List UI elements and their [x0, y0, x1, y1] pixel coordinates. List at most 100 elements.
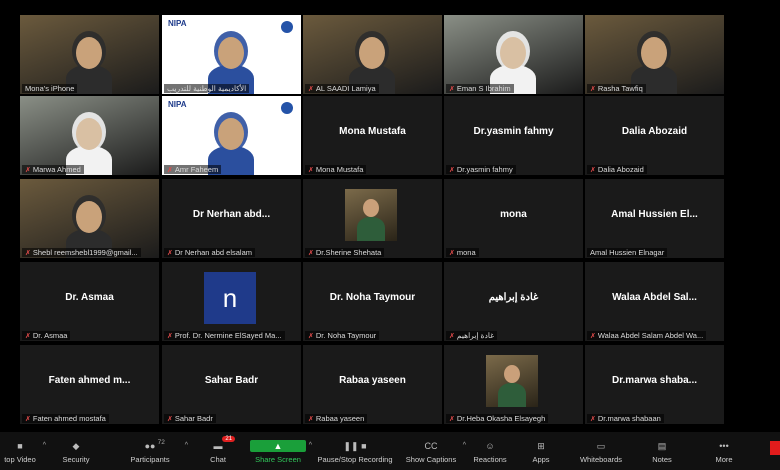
caret-up-icon[interactable]: ^ — [185, 442, 188, 449]
muted-mic-icon: ✗ — [449, 333, 455, 340]
apps-icon: ⊞ — [537, 441, 545, 451]
participant-display-name: Mona Mustafa — [339, 126, 406, 138]
participant-video — [585, 15, 724, 94]
toolbar-show-captions-button[interactable]: CC Show Captions ^ — [402, 432, 466, 470]
participant-tile[interactable]: ✗ Marwa Ahmed — [20, 96, 159, 175]
toolbar-share-screen-button[interactable]: ▲ Share Screen ^ — [250, 432, 312, 470]
participant-display-name: Dr. Noha Taymour — [329, 292, 416, 304]
participant-tile[interactable]: Dr Nerhan abd... ✗ Dr Nerhan abd elsalam — [162, 179, 301, 258]
toolbar-chat-button[interactable]: ▬ 21 Chat — [196, 432, 240, 470]
person-head — [76, 37, 102, 69]
participant-tile[interactable]: mona ✗ mona — [444, 179, 583, 258]
participant-tile[interactable]: Dr. Noha Taymour ✗ Dr. Noha Taymour — [303, 262, 442, 341]
participant-display-name: Sahar Badr — [204, 375, 259, 387]
participant-video: NIPA — [162, 15, 301, 94]
participant-name: Sahar Badr — [174, 414, 213, 423]
academy-seal-icon — [281, 21, 293, 33]
participant-tile[interactable]: غادة إبراهيم ✗ غادة إبراهيم — [444, 262, 583, 341]
participant-name: Prof. Dr. Nermine ElSayed Ma... — [174, 331, 282, 340]
participant-name-label: ✗ Walaa Abdel Salam Abdel Wa... — [587, 331, 707, 340]
participant-display-name: Dr.marwa shaba... — [611, 375, 698, 387]
end-meeting-edge[interactable] — [770, 441, 780, 455]
muted-mic-icon: ✗ — [590, 86, 596, 93]
participant-tile[interactable]: ✗ Dr.Heba Okasha Elsayegh — [444, 345, 583, 424]
participant-tile[interactable]: ✗ Dr.Sherine Shehata — [303, 179, 442, 258]
participant-tile[interactable]: Walaa Abdel Sal... ✗ Walaa Abdel Salam Abd… — [585, 262, 724, 341]
participant-name: غادة إبراهيم — [456, 331, 495, 340]
muted-mic-icon: ✗ — [25, 167, 31, 174]
participant-tile[interactable]: ✗ Eman S Ibrahim — [444, 15, 583, 94]
participant-name-label: Amal Hussien Elnagar — [587, 248, 668, 257]
participant-tile[interactable]: ✗ AL SAADI Lamiya — [303, 15, 442, 94]
toolbar-reactions-button[interactable]: ☺ Reactions — [466, 432, 514, 470]
toolbar-label: Whiteboards — [579, 455, 623, 464]
toolbar-label: Reactions — [473, 455, 507, 464]
reactions-icon: ☺ — [485, 441, 495, 451]
participant-name-label: ✗ Shebl reemshebl1999@gmail... — [22, 248, 141, 257]
participants-icon: ●● — [144, 441, 156, 451]
pause-stop-icon: ❚❚ ■ — [343, 441, 367, 451]
caret-up-icon[interactable]: ^ — [43, 442, 46, 449]
participant-tile[interactable]: Dr.yasmin fahmy ✗ Dr.yasmin fahmy — [444, 96, 583, 175]
participant-name-label: ✗ Dr.yasmin fahmy — [446, 165, 516, 174]
participant-name-label: ✗ Mona Mustafa — [305, 165, 367, 174]
toolbar-notes-button[interactable]: ▤ Notes — [640, 432, 684, 470]
toolbar-label: Apps — [532, 455, 550, 464]
participant-name-label: ✗ Dr.Heba Okasha Elsayegh — [446, 414, 549, 423]
participant-tile[interactable]: Faten ahmed m... ✗ Faten ahmed mostafa — [20, 345, 159, 424]
participant-name: الأكاديمية الوطنية للتدريب — [167, 84, 247, 93]
muted-mic-icon: ✗ — [167, 333, 173, 340]
person-body — [498, 383, 526, 407]
participant-tile[interactable]: Amal Hussien El... Amal Hussien Elnagar — [585, 179, 724, 258]
participant-tile[interactable]: ✗ Shebl reemshebl1999@gmail... — [20, 179, 159, 258]
participant-tile[interactable]: ✗ Rasha Tawfiq — [585, 15, 724, 94]
toolbar-label: Notes — [652, 455, 672, 464]
participant-video: NIPA — [162, 96, 301, 175]
participant-name-label: ✗ غادة إبراهيم — [446, 331, 498, 340]
participant-tile[interactable]: NIPA الأكاديمية الوطنية للتدريب — [162, 15, 301, 94]
muted-mic-icon: ✗ — [449, 86, 455, 93]
participant-name: Mona Mustafa — [315, 165, 364, 174]
participant-tile[interactable]: Rabaa yaseen ✗ Rabaa yaseen — [303, 345, 442, 424]
participant-name: Dr. Noha Taymour — [315, 331, 377, 340]
participant-name-label: الأكاديمية الوطنية للتدريب — [164, 84, 250, 93]
participant-tile[interactable]: Dr. Asmaa ✗ Dr. Asmaa — [20, 262, 159, 341]
participant-display-name: Amal Hussien El... — [611, 209, 698, 221]
participant-name-label: ✗ Dalia Abozaid — [587, 165, 647, 174]
participant-tile[interactable]: n ✗ Prof. Dr. Nermine ElSayed Ma... — [162, 262, 301, 341]
toolbar-security-button[interactable]: ◆ Security — [50, 432, 102, 470]
participant-tile[interactable]: NIPA ✗ Amr Faheem — [162, 96, 301, 175]
participant-name: Dr.Sherine Shehata — [315, 248, 382, 257]
shield-icon: ◆ — [72, 441, 80, 451]
participant-name-label: ✗ Faten ahmed mostafa — [22, 414, 109, 423]
participant-tile[interactable]: Mona's iPhone — [20, 15, 159, 94]
participant-name: Dalia Abozaid — [597, 165, 644, 174]
participant-name-label: ✗ Dr Nerhan abd elsalam — [164, 248, 255, 257]
toolbar-top-video-button[interactable]: ■ top Video ^ — [0, 432, 46, 470]
muted-mic-icon: ✗ — [590, 167, 596, 174]
participant-name: Rabaa yaseen — [315, 414, 365, 423]
muted-mic-icon: ✗ — [449, 416, 455, 423]
participant-tile[interactable]: Mona Mustafa ✗ Mona Mustafa — [303, 96, 442, 175]
participant-display-name: mona — [500, 209, 527, 221]
notes-icon: ▤ — [657, 441, 667, 451]
toolbar-label: Security — [62, 455, 90, 464]
participant-name-label: ✗ Dr. Noha Taymour — [305, 331, 380, 340]
toolbar-apps-button[interactable]: ⊞ Apps — [522, 432, 560, 470]
participant-display-name: Dr. Asmaa — [65, 292, 114, 304]
participant-tile[interactable]: Sahar Badr ✗ Sahar Badr — [162, 345, 301, 424]
muted-mic-icon: ✗ — [308, 416, 314, 423]
toolbar-pause-stop-recording-button[interactable]: ❚❚ ■ Pause/Stop Recording — [312, 432, 398, 470]
participant-video — [20, 179, 159, 258]
muted-mic-icon: ✗ — [590, 416, 596, 423]
toolbar-whiteboards-button[interactable]: ▭ Whiteboards — [572, 432, 630, 470]
person-head — [218, 118, 244, 150]
toolbar-participants-button[interactable]: ●● 72 Participants ^ — [118, 432, 188, 470]
participant-name: Eman S Ibrahim — [456, 84, 511, 93]
meeting-toolbar: ■ top Video ^ ◆ Security ●● 72 Participants ^ ▬ 21… — [0, 432, 780, 470]
participant-name: Dr.Heba Okasha Elsayegh — [456, 414, 546, 423]
participant-tile[interactable]: Dalia Abozaid ✗ Dalia Abozaid — [585, 96, 724, 175]
participant-tile[interactable]: Dr.marwa shaba... ✗ Dr.marwa shabaan — [585, 345, 724, 424]
participant-video — [303, 15, 442, 94]
toolbar-more-button[interactable]: ••• More — [700, 432, 748, 470]
